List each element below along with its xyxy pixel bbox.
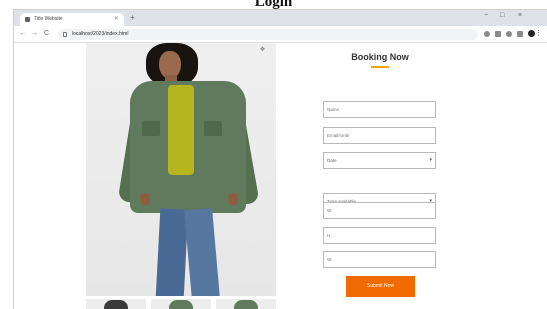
zoom-icon[interactable] (484, 31, 490, 37)
jeans-left-leg (155, 208, 189, 296)
tab-close-icon[interactable]: × (114, 13, 118, 26)
email-number-input[interactable] (323, 127, 436, 144)
height-input[interactable] (323, 227, 436, 244)
minimize-icon[interactable]: − (484, 12, 488, 19)
tab-title: Title Website (34, 16, 63, 22)
lock-icon (63, 32, 67, 37)
browser-toolbar: ← → C localhost/2023/index.html ⋮ (14, 26, 547, 43)
browser-menu-icon[interactable]: ⋮ (535, 29, 542, 39)
reload-icon[interactable]: C (44, 30, 49, 38)
thumbnail-1[interactable] (86, 299, 146, 309)
maximize-icon[interactable]: □ (500, 12, 504, 19)
name-input[interactable] (323, 101, 436, 118)
forward-icon[interactable]: → (31, 30, 38, 38)
thumbnail-strip (86, 299, 276, 309)
page-heading: Login (254, 0, 293, 10)
chevron-down-icon: ▾ (429, 157, 432, 163)
weight-input[interactable] (323, 251, 436, 268)
jeans-right-leg (184, 207, 220, 296)
title-underline (371, 66, 389, 68)
browser-window: Title Website × + − □ × ← → C localhost/… (13, 9, 547, 309)
share-icon[interactable] (495, 31, 501, 37)
new-tab-button[interactable]: + (130, 13, 135, 23)
image-zoom-icon[interactable]: ✥ (260, 46, 265, 53)
page-viewport: ✥ Booking Now Date ▾ Time available ▾ Su… (14, 43, 547, 309)
profile-avatar-icon[interactable] (528, 30, 535, 37)
date-select-value: Date (327, 158, 337, 163)
date-select[interactable]: Date ▾ (323, 152, 436, 169)
bookmark-star-icon[interactable] (506, 31, 512, 37)
thumbnail-2-image (169, 300, 193, 309)
address-text: localhost/2023/index.html (72, 31, 129, 37)
thumbnail-1-image (104, 300, 128, 309)
booking-title: Booking Now (351, 52, 409, 62)
favicon-icon (25, 17, 30, 22)
width-input[interactable] (323, 202, 436, 219)
thumbnail-3[interactable] (216, 299, 276, 309)
address-bar[interactable]: localhost/2023/index.html (58, 29, 478, 40)
thumbnail-3-image (234, 300, 258, 309)
product-image (86, 43, 276, 296)
model-hand-left (140, 193, 150, 205)
submit-button[interactable]: Submit Now (346, 276, 415, 297)
extensions-icon[interactable] (517, 31, 523, 37)
back-icon[interactable]: ← (19, 30, 26, 38)
yellow-shirt (168, 85, 194, 175)
jacket-pocket-right (204, 121, 222, 136)
browser-tab[interactable]: Title Website × (20, 13, 124, 26)
thumbnail-2[interactable] (151, 299, 211, 309)
jacket-pocket-left (142, 121, 160, 136)
model-hand-right (228, 193, 238, 205)
tab-bar: Title Website × + − □ × (14, 10, 547, 26)
close-window-icon[interactable]: × (518, 12, 522, 19)
